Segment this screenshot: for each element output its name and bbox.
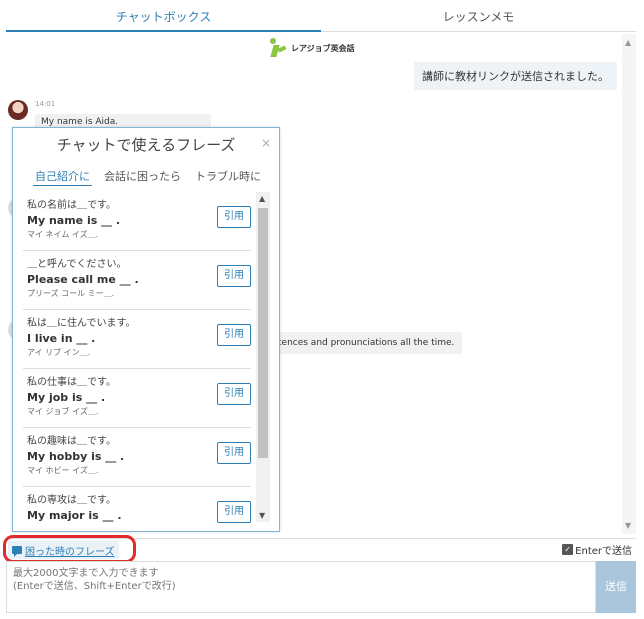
quote-button[interactable]: 引用 [217,442,251,464]
phrase-popup: チャットで使えるフレーズ × 自己紹介に 会話に困ったら トラブル時に 私の名前… [12,127,280,532]
quote-button[interactable]: 引用 [217,206,251,228]
scroll-up-icon[interactable]: ▲ [259,194,265,203]
phrase-katakana: アイ リブ イン＿. [27,348,91,357]
phrase-katakana: マイ ネイム イズ＿. [27,230,99,239]
tab-lesson-memo[interactable]: レッスンメモ [321,6,636,32]
quote-button[interactable]: 引用 [217,324,251,346]
send-button[interactable]: 送信 [596,561,636,613]
list-item: 私の専攻は＿です。 My major is __ . 引用 [23,487,251,524]
list-item: 私は＿に住んでいます。 I live in __ . アイ リブ イン＿. 引用 [23,310,251,369]
chat-window: チャットボックス レッスンメモ レアジョブ英会話 講師に教材リンクが送信されまし… [0,0,644,619]
tab-chatbox[interactable]: チャットボックス [6,6,321,32]
chat-scrollbar[interactable]: ▲ ▼ [622,34,636,534]
list-item: 私の名前は＿です。 My name is __ . マイ ネイム イズ＿. 引用 [23,192,251,251]
rarejob-logo-icon [268,38,288,58]
message-input[interactable] [6,561,596,613]
quote-button[interactable]: 引用 [217,265,251,287]
list-item: 私の仕事は＿です。 My job is __ . マイ ジョブ イズ＿. 引用 [23,369,251,428]
tab-conversation-help[interactable]: 会話に困ったら [102,168,183,186]
chat-message: My name is Aida. [35,114,211,128]
trouble-phrases-link[interactable]: 困った時のフレーズ [8,541,119,559]
tab-trouble[interactable]: トラブル時に [193,168,263,186]
phrase-katakana: マイ ジョブ イズ＿. [27,407,99,416]
scroll-down-icon[interactable]: ▼ [259,511,265,520]
scrollbar-thumb[interactable] [258,208,268,458]
tab-bar: チャットボックス レッスンメモ [6,6,636,32]
phrase-katakana: プリーズ コール ミー＿. [27,289,115,298]
scroll-up-icon[interactable]: ▲ [625,38,631,47]
close-icon[interactable]: × [261,136,271,150]
popup-title: チャットで使えるフレーズ [56,136,236,154]
enter-to-send-checkbox[interactable]: ✓ [562,544,574,555]
tab-self-intro[interactable]: 自己紹介に [33,168,92,186]
chat-message: tences and pronunciations all the time. [276,332,463,354]
phrase-tabs: 自己紹介に 会話に困ったら トラブル時に [33,168,263,186]
phrase-list-scrollbar[interactable]: ▲ ▼ [256,192,270,522]
enter-to-send-option[interactable]: ✓ Enterで送信 [562,542,632,557]
list-item: ＿と呼んでください。 Please call me __ . プリーズ コール … [23,251,251,310]
system-message: 講師に教材リンクが送信されました。 [414,62,617,90]
phrase-katakana: マイ ホビー イズ＿. [27,466,99,475]
quote-button[interactable]: 引用 [217,383,251,405]
tutor-avatar [8,100,28,120]
quote-button[interactable]: 引用 [217,501,251,523]
rarejob-logo: レアジョブ英会話 [268,38,355,58]
phrase-list: 私の名前は＿です。 My name is __ . マイ ネイム イズ＿. 引用… [21,192,271,524]
list-item: 私の趣味は＿です。 My hobby is __ . マイ ホビー イズ＿. 引… [23,428,251,487]
enter-to-send-label: Enterで送信 [575,546,632,557]
message-time: 14:01 [35,100,56,108]
chat-toolbar: 困った時のフレーズ ✓ Enterで送信 [3,535,636,563]
scroll-down-icon[interactable]: ▼ [625,521,631,530]
logo-text: レアジョブ英会話 [291,43,355,53]
trouble-phrases-label: 困った時のフレーズ [25,546,115,558]
chat-bubble-icon [12,546,22,557]
